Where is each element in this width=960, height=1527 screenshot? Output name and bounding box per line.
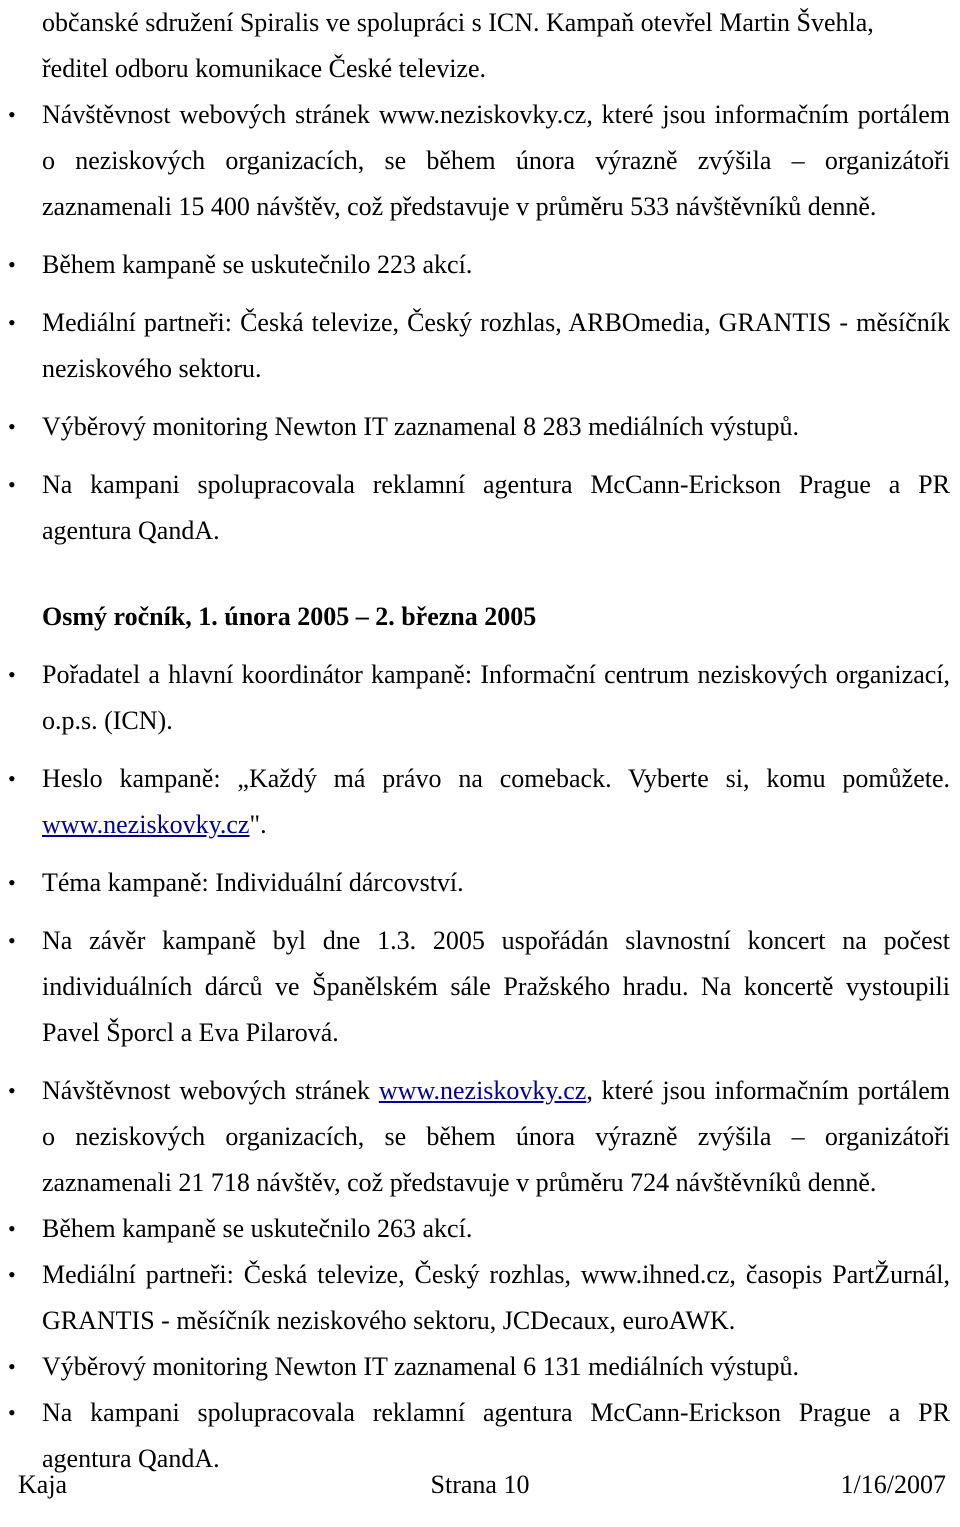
text-after-link: ".: [249, 810, 267, 839]
list-item-text: Na závěr kampaně byl dne 1.3. 2005 uspoř…: [42, 926, 950, 1047]
list-item: • Pořadatel a hlavní koordinátor kampaně…: [0, 652, 960, 744]
bullet-marker: •: [8, 252, 16, 277]
list-item: • Výběrový monitoring Newton IT zaznamen…: [0, 1344, 960, 1390]
list-item: • Výběrový monitoring Newton IT zaznamen…: [0, 404, 960, 450]
bullet-marker: •: [8, 414, 16, 439]
bullet-marker: •: [8, 662, 16, 687]
list-item: • Na kampani spolupracovala reklamní age…: [0, 462, 960, 554]
list-item-text: Mediální partneři: Česká televize, Český…: [42, 1260, 950, 1335]
list-item-text: Téma kampaně: Individuální dárcovství.: [42, 868, 464, 897]
list-item-text: Výběrový monitoring Newton IT zaznamenal…: [42, 412, 799, 441]
list-item-text: Pořadatel a hlavní koordinátor kampaně: …: [42, 660, 950, 735]
bullet-marker: •: [8, 870, 16, 895]
bullet-marker: •: [8, 928, 16, 953]
list-item: • Mediální partneři: Česká televize, Čes…: [0, 1252, 960, 1344]
hyperlink-neziskovky[interactable]: www.neziskovky.cz: [379, 1076, 586, 1105]
page-footer: Kaja Strana 10 1/16/2007: [0, 1465, 960, 1505]
list-item: • Na závěr kampaně byl dne 1.3. 2005 usp…: [0, 918, 960, 1056]
text-before-link: Návštěvnost webových stránek: [42, 1076, 379, 1105]
bullet-marker: •: [8, 1078, 16, 1103]
continuation-paragraph-line-2: ředitel odboru komunikace České televize…: [42, 54, 487, 83]
bullet-marker: •: [8, 1262, 16, 1287]
list-item-text: Heslo kampaně: „Každý má právo na comeba…: [42, 756, 950, 848]
bullet-list-second-block: • Pořadatel a hlavní koordinátor kampaně…: [0, 652, 960, 1482]
hyperlink-neziskovky[interactable]: www.neziskovky.cz: [42, 810, 249, 839]
list-item: • Návštěvnost webových stránek www.nezis…: [0, 92, 960, 230]
bullet-marker: •: [8, 102, 16, 127]
list-item-text: Během kampaně se uskutečnilo 223 akcí.: [42, 250, 473, 279]
bullet-marker: •: [8, 472, 16, 497]
list-item: • Mediální partneři: Česká televize, Čes…: [0, 300, 960, 392]
list-item: • Během kampaně se uskutečnilo 263 akcí.: [0, 1206, 960, 1252]
bullet-marker: •: [8, 766, 16, 791]
spacer-before-heading: [0, 554, 960, 594]
bullet-marker: •: [8, 1400, 16, 1425]
footer-date: 1/16/2007: [840, 1470, 946, 1499]
bullet-marker: •: [8, 1216, 16, 1241]
list-item: • Během kampaně se uskutečnilo 223 akcí.: [0, 242, 960, 288]
text-before-link: Heslo kampaně: „Každý má právo na comeba…: [42, 764, 950, 793]
list-item-text: Návštěvnost webových stránek www.nezisko…: [42, 92, 950, 230]
text-before-link: Návštěvnost webových stránek: [42, 100, 379, 129]
url-text-plain: www.neziskovky.cz: [378, 100, 587, 129]
list-item: • Heslo kampaně: „Každý má právo na come…: [0, 756, 960, 848]
list-item-text: Na kampani spolupracovala reklamní agent…: [42, 470, 950, 545]
document-body: občanské sdružení Spiralis ve spolupráci…: [0, 0, 960, 1482]
list-item-text: Během kampaně se uskutečnilo 263 akcí.: [42, 1214, 473, 1243]
bullet-marker: •: [8, 1354, 16, 1379]
list-item-text: Výběrový monitoring Newton IT zaznamenal…: [42, 1352, 799, 1381]
continuation-paragraph-line-1: občanské sdružení Spiralis ve spolupráci…: [42, 8, 874, 37]
bullet-marker: •: [8, 310, 16, 335]
list-item-text: Mediální partneři: Česká televize, Český…: [42, 308, 950, 383]
document-page: občanské sdružení Spiralis ve spolupráci…: [0, 0, 960, 1527]
list-item-text: Návštěvnost webových stránek www.nezisko…: [42, 1068, 950, 1206]
bullet-list-first-block: • Návštěvnost webových stránek www.nezis…: [0, 92, 960, 554]
page-title: Osmý ročník, 1. února 2005 – 2. března 2…: [42, 602, 537, 631]
footer-page-number: Strana 10: [430, 1470, 530, 1499]
list-item: • Téma kampaně: Individuální dárcovství.: [0, 860, 960, 906]
spacer-after-heading: [0, 640, 960, 652]
list-item: • Návštěvnost webových stránek www.nezis…: [0, 1068, 960, 1206]
